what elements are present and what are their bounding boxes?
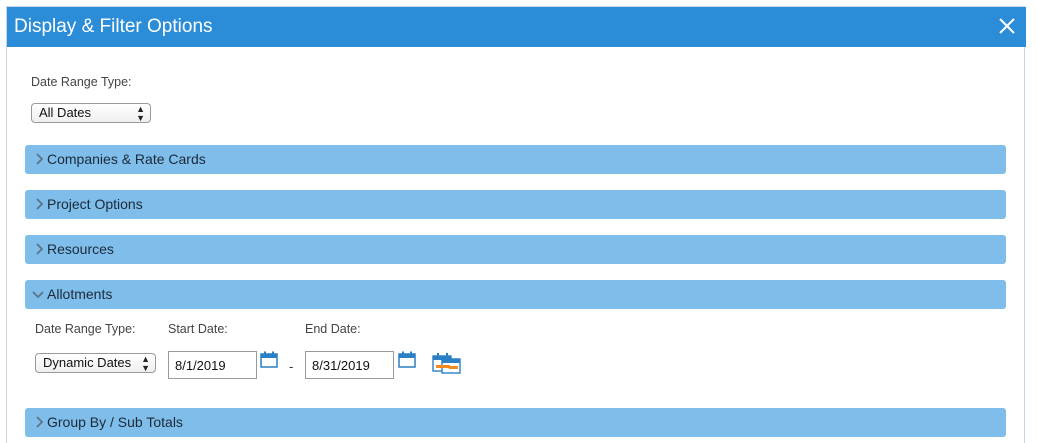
select-arrows-icon: ▲ ▼ <box>141 354 150 373</box>
section-label: Group By / Sub Totals <box>47 414 183 430</box>
end-date-label: End Date: <box>305 322 361 336</box>
select-arrows-icon: ▲ ▼ <box>136 104 145 123</box>
section-resources[interactable]: Resources <box>25 235 1006 264</box>
date-range-type-label: Date Range Type: <box>31 75 132 89</box>
dialog-title: Display & Filter Options <box>14 16 213 37</box>
section-label: Allotments <box>47 286 113 302</box>
section-allotments[interactable]: Allotments <box>25 280 1006 309</box>
chevron-right-icon <box>36 198 44 210</box>
allotments-range-type-value: Dynamic Dates <box>43 355 132 370</box>
dialog-titlebar: Display & Filter Options <box>7 7 1026 47</box>
section-label: Companies & Rate Cards <box>47 151 206 167</box>
date-separator: - <box>289 359 294 374</box>
calendar-icon[interactable] <box>398 351 416 368</box>
date-range-type-value: All Dates <box>39 105 92 120</box>
chevron-right-icon <box>36 153 44 165</box>
allotments-range-type-label: Date Range Type: <box>35 322 136 336</box>
chevron-right-icon <box>36 243 44 255</box>
section-label: Project Options <box>47 196 143 212</box>
filter-dialog: Display & Filter Options Date Range Type… <box>6 6 1026 443</box>
section-project-options[interactable]: Project Options <box>25 190 1006 219</box>
calendar-icon[interactable] <box>260 351 278 368</box>
allotments-range-type-select[interactable]: Dynamic Dates ▲ ▼ <box>35 353 156 373</box>
section-companies-rate-cards[interactable]: Companies & Rate Cards <box>25 145 1006 174</box>
section-label: Resources <box>47 241 114 257</box>
date-range-type-select[interactable]: All Dates ▲ ▼ <box>31 103 151 123</box>
start-date-input[interactable]: 8/1/2019 <box>168 351 257 379</box>
end-date-input[interactable]: 8/31/2019 <box>305 351 394 379</box>
close-icon[interactable] <box>996 15 1018 37</box>
chevron-down-icon <box>32 291 44 299</box>
date-range-picker-icon[interactable] <box>432 352 462 374</box>
start-date-label: Start Date: <box>168 322 228 336</box>
section-group-by-sub-totals[interactable]: Group By / Sub Totals <box>25 408 1006 437</box>
chevron-right-icon <box>36 416 44 428</box>
